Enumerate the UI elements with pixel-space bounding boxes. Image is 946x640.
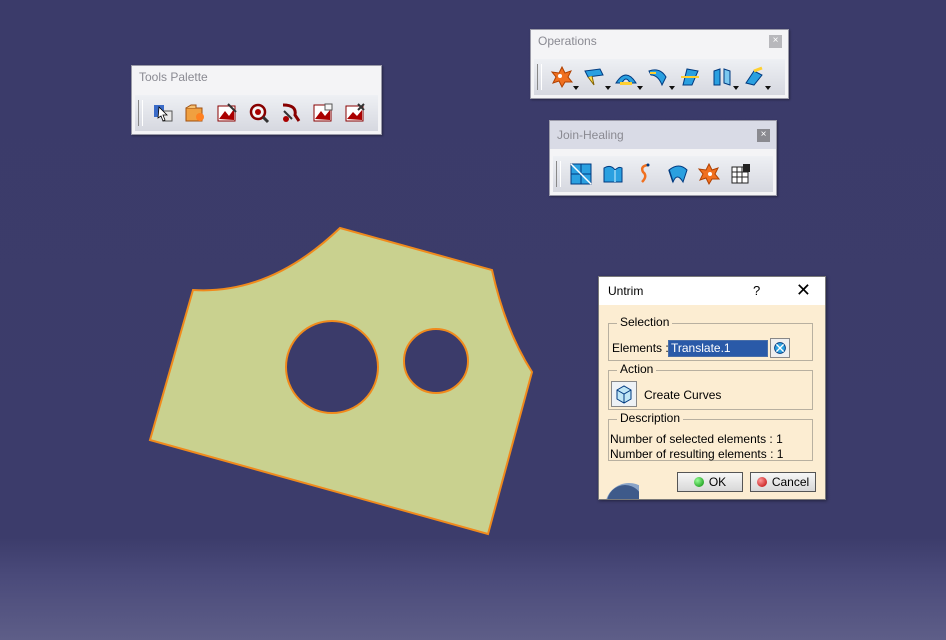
untrim-icon[interactable] [612,64,643,90]
healing-icon[interactable] [580,64,611,90]
multi-selection-icon[interactable] [770,338,790,358]
operations-title: Operations [538,34,597,48]
create-curves-icon[interactable] [611,381,637,407]
join-icon[interactable] [548,64,579,90]
surface-hole-large [285,320,379,414]
cancel-icon [756,477,767,487]
resulting-elements-count: Number of resulting elements : 1 [610,447,784,461]
join-patch-icon[interactable] [567,161,595,187]
image-export-icon[interactable] [309,100,337,126]
cancel-label: Cancel [771,475,810,489]
action-group: Action Create Curves [608,362,813,410]
magnifier-icon[interactable] [245,100,273,126]
help-button[interactable]: ? [753,277,760,305]
toolbar-grip[interactable] [556,161,561,187]
boundary-icon[interactable] [740,64,771,90]
elements-label: Elements : [612,341,669,355]
trim-icon[interactable] [708,64,739,90]
ok-icon [693,477,704,487]
folder-add-icon[interactable] [181,100,209,126]
join-healing-title: Join-Healing [550,121,776,149]
selection-group: Selection Elements : Translate.1 [608,315,813,361]
disassemble-icon[interactable] [695,161,723,187]
operations-toolbar: Operations × [530,29,789,99]
cancel-button[interactable]: Cancel [750,472,816,492]
join-healing-toolbar: Join-Healing × [549,120,777,196]
surface-heal-icon[interactable] [599,161,627,187]
selection-label: Selection [617,315,673,329]
create-curves-label: Create Curves [644,388,722,402]
curve-smooth-icon[interactable] [631,161,659,187]
toolbar-grip[interactable] [138,100,143,126]
tools-palette-toolbar: Tools Palette [131,65,382,135]
ok-label: OK [708,475,727,489]
description-label: Description [617,411,684,425]
untrim-dialog: Untrim ? ✕ Selection Elements : Translat… [598,276,826,500]
tools-palette-title: Tools Palette [139,70,208,84]
image-remove-icon[interactable] [213,100,241,126]
description-group: Description Number of selected elements … [608,411,813,461]
surface-hole-small [403,328,469,394]
image-import-icon[interactable] [341,100,369,126]
close-icon[interactable]: ✕ [796,277,811,304]
operations-close-icon[interactable]: × [769,35,782,48]
split-icon[interactable] [676,64,704,90]
toolbar-grip[interactable] [537,64,542,90]
dialog-title-bar: Untrim ? ✕ [599,277,825,305]
scissors-link-icon[interactable] [277,100,305,126]
ok-button[interactable]: OK [677,472,743,492]
untrim-surface-icon[interactable] [663,161,691,187]
grid-icon[interactable] [727,161,755,187]
action-label: Action [617,362,657,376]
disassemble-icon[interactable] [644,64,675,90]
elements-field[interactable]: Translate.1 [668,340,768,357]
selected-elements-count: Number of selected elements : 1 [610,432,783,446]
dialog-corner-graphic [599,473,639,499]
select-icon[interactable] [149,100,177,126]
join-healing-close-icon[interactable]: × [757,129,770,142]
dialog-title: Untrim [608,284,644,298]
